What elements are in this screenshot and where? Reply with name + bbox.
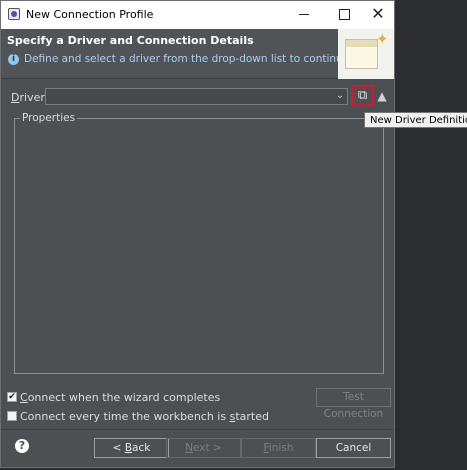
wizard-page-title: Specify a Driver and Connection Details (7, 34, 254, 47)
chevron-down-icon[interactable]: ⌄ (333, 89, 347, 104)
new-driver-icon: ⧉ (357, 88, 368, 103)
drivers-dropdown[interactable]: ⌄ (45, 88, 348, 105)
sparkle-icon: ✦ (376, 30, 389, 48)
wizard-banner-image: ✦ (338, 29, 394, 79)
close-button[interactable]: ✕ (361, 1, 395, 29)
test-connection-button[interactable]: Test Connection (316, 388, 391, 420)
next-button[interactable]: Next > (166, 438, 241, 458)
connect-when-complete-label: Connect when the wizard completes (20, 391, 221, 404)
new-connection-profile-dialog: New Connection Profile ✕ Specify a Drive… (0, 0, 395, 468)
wizard-page-message: Define and select a driver from the drop… (24, 53, 350, 65)
button-bar-separator (1, 429, 394, 430)
cancel-button[interactable]: Cancel (316, 438, 391, 458)
edit-driver-icon: ▲ (377, 89, 387, 103)
close-icon: ✕ (371, 4, 385, 23)
wizard-header: Specify a Driver and Connection Details … (1, 29, 394, 79)
connect-every-time-label: Connect every time the workbench is star… (20, 410, 269, 423)
window-title: New Connection Profile (26, 8, 154, 21)
minimize-icon (299, 13, 309, 15)
title-bar[interactable]: New Connection Profile ✕ (1, 1, 394, 29)
new-driver-definition-button[interactable]: ⧉ (351, 85, 374, 106)
checkbox-checked-icon[interactable]: ✔ (7, 392, 17, 402)
finish-button[interactable]: Finish (241, 438, 316, 458)
minimize-button[interactable] (287, 1, 321, 29)
new-driver-definition-tooltip: New Driver Definition (364, 112, 467, 128)
properties-group: Properties (14, 112, 384, 374)
maximize-button[interactable] (327, 1, 361, 29)
database-connection-icon (8, 8, 20, 20)
properties-legend: Properties (20, 112, 78, 124)
info-icon: i (8, 54, 19, 65)
help-icon[interactable]: ? (15, 439, 29, 453)
back-button[interactable]: < Back (94, 438, 169, 458)
wizard-page-icon (345, 39, 378, 69)
checkbox-unchecked-icon[interactable] (7, 411, 17, 421)
maximize-icon (338, 8, 350, 20)
edit-driver-definition-button[interactable]: ▲ (375, 88, 389, 104)
